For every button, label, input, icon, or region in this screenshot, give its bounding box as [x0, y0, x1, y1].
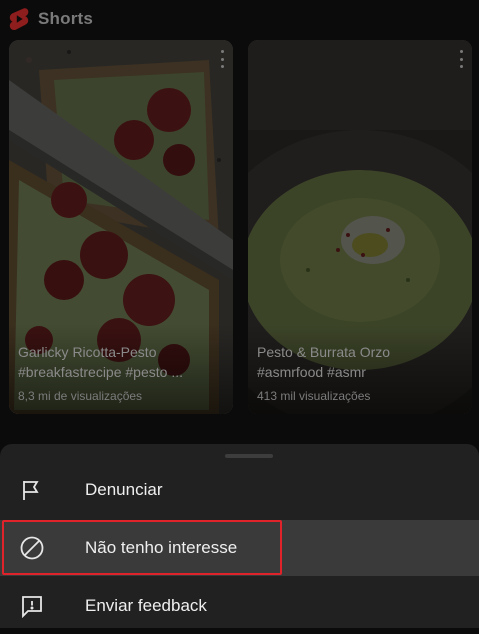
flag-icon [18, 476, 46, 504]
feedback-icon [18, 592, 46, 620]
short-views: 413 mil visualizações [257, 389, 371, 403]
short-card-pesto-burrata[interactable]: Pesto & Burrata Orzo #asmrfood #asmr 413… [248, 40, 472, 414]
menu-item-label: Denunciar [85, 480, 163, 499]
short-card-garlicky-ricotta[interactable]: Garlicky Ricotta-Pesto #breakfastrecipe … [9, 40, 233, 414]
menu-item-feedback[interactable]: Enviar feedback [0, 578, 479, 634]
more-options-icon[interactable] [458, 50, 464, 68]
more-options-icon[interactable] [219, 50, 225, 68]
menu-item-report[interactable]: Denunciar [0, 462, 479, 518]
short-title: Garlicky Ricotta-Pesto #breakfastrecipe … [18, 344, 183, 380]
drag-handle[interactable] [225, 454, 273, 458]
shorts-header: Shorts [8, 6, 93, 32]
menu-item-label: Enviar feedback [85, 596, 207, 615]
selection-highlight-box [2, 520, 282, 575]
shorts-title: Shorts [38, 9, 94, 28]
short-title: Pesto & Burrata Orzo #asmrfood #asmr [257, 344, 391, 380]
youtube-shorts-icon [8, 7, 30, 31]
short-views: 8,3 mi de visualizações [18, 389, 143, 403]
